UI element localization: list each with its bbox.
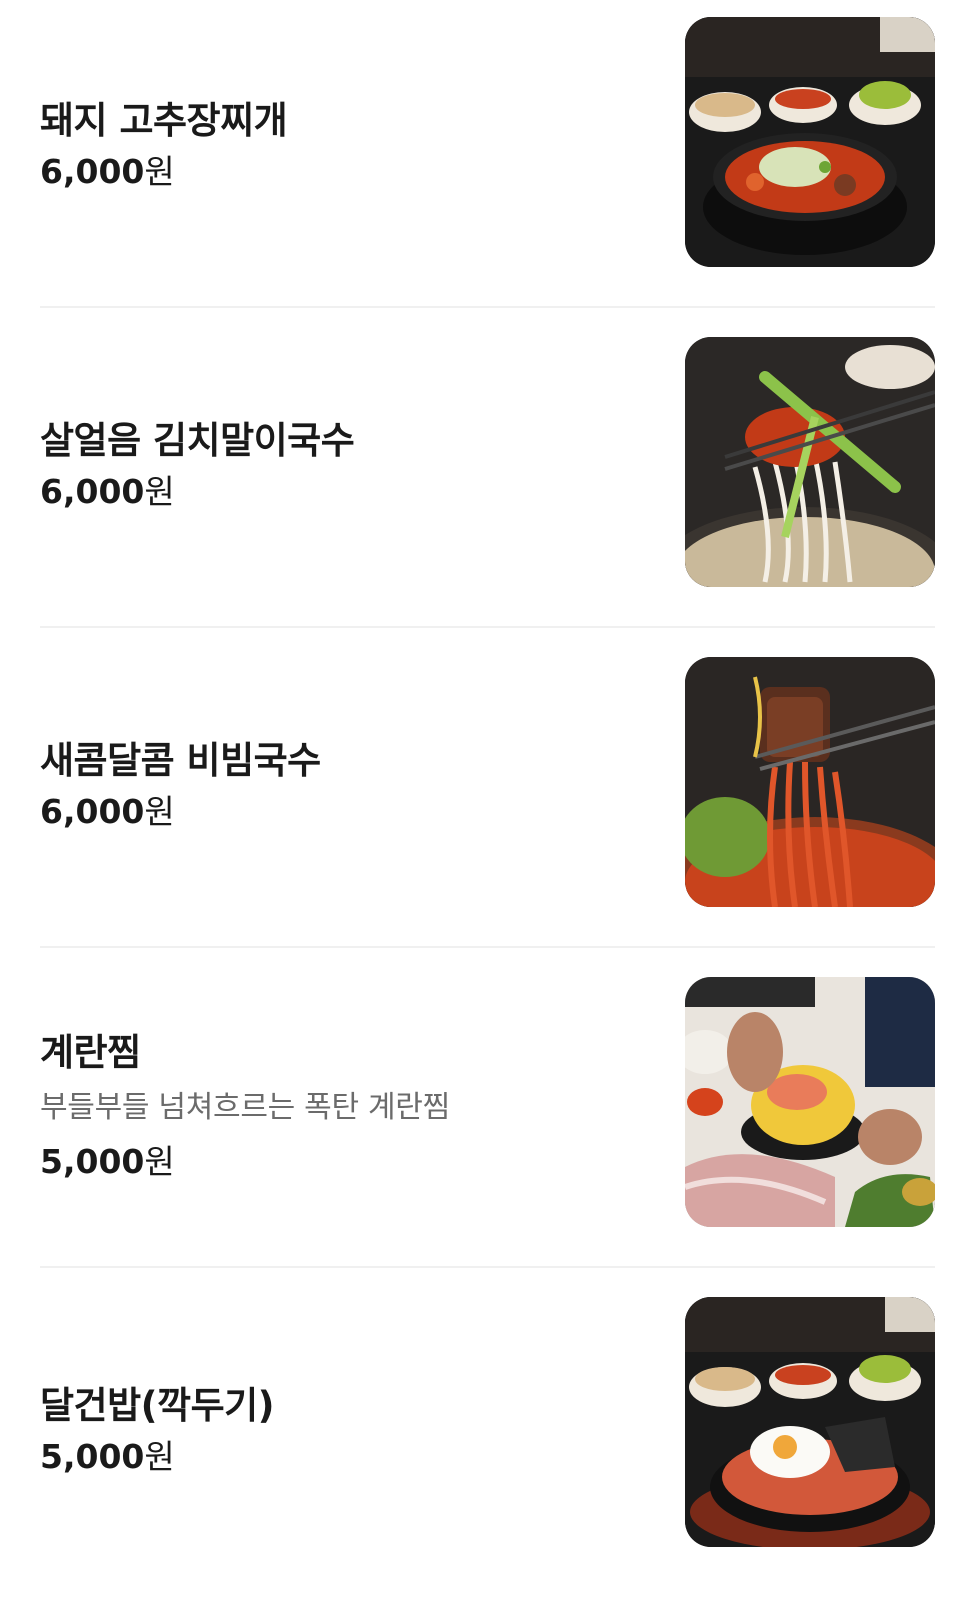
divider bbox=[40, 306, 935, 308]
menu-item-pork-stew[interactable]: 돼지 고추장찌개 6,000원 bbox=[0, 0, 966, 320]
menu-item-name: 계란찜 bbox=[40, 1031, 141, 1074]
menu-item-steamed-egg[interactable]: 계란찜 부들부들 넘쳐흐르는 폭탄 계란찜 5,000원 bbox=[0, 960, 966, 1280]
egg-rice-image bbox=[685, 1297, 935, 1547]
bibim-image bbox=[685, 657, 935, 907]
divider bbox=[40, 626, 935, 628]
bibim-noodle-photo[interactable] bbox=[685, 657, 935, 907]
divider bbox=[40, 1266, 935, 1268]
menu-item-name: 돼지 고추장찌개 bbox=[40, 99, 288, 142]
menu-item-kimchi-noodle[interactable]: 살얼음 김치말이국수 6,000원 bbox=[0, 320, 966, 640]
pork-gochujang-stew-photo[interactable] bbox=[685, 17, 935, 267]
menu-item-name: 살얼음 김치말이국수 bbox=[40, 419, 355, 462]
divider bbox=[40, 946, 935, 948]
kimchi-noodle-photo[interactable] bbox=[685, 337, 935, 587]
menu-item-price: 5,000원 bbox=[40, 1437, 175, 1476]
egg-image bbox=[685, 977, 935, 1227]
menu-item-name: 달건밥(깍두기) bbox=[40, 1384, 275, 1427]
menu-item-name: 새콤달콤 비빔국수 bbox=[40, 739, 321, 782]
menu-item-price: 6,000원 bbox=[40, 472, 175, 511]
noodle-image bbox=[685, 337, 935, 587]
menu-item-egg-rice[interactable]: 달건밥(깍두기) 5,000원 bbox=[0, 1280, 966, 1600]
menu-item-price: 6,000원 bbox=[40, 792, 175, 831]
menu-item-description: 부들부들 넘쳐흐르는 폭탄 계란찜 bbox=[40, 1090, 450, 1125]
menu-item-bibim-noodle[interactable]: 새콤달콤 비빔국수 6,000원 bbox=[0, 640, 966, 960]
stew-image bbox=[685, 17, 935, 267]
steamed-egg-photo[interactable] bbox=[685, 977, 935, 1227]
menu-item-price: 6,000원 bbox=[40, 152, 175, 191]
egg-rice-photo[interactable] bbox=[685, 1297, 935, 1547]
menu-list: 돼지 고추장찌개 6,000원 살얼음 김치말이국수 6,000원 새콤달콤 비… bbox=[0, 0, 966, 1610]
menu-item-price: 5,000원 bbox=[40, 1142, 175, 1181]
